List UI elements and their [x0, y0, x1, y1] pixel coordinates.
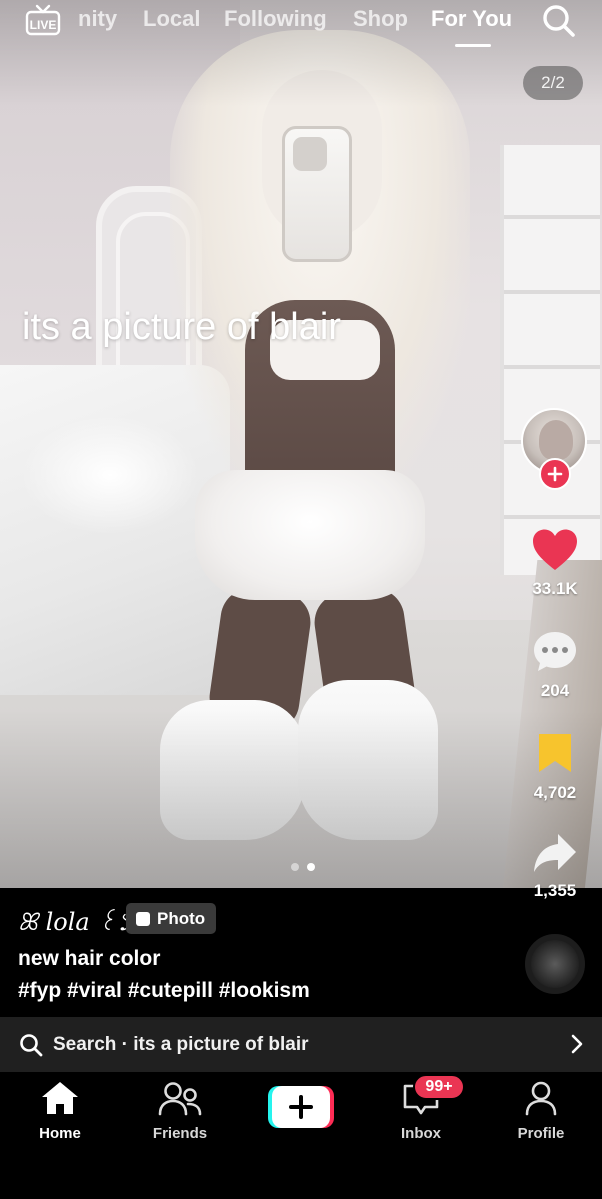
comment-button[interactable]: 204: [520, 630, 590, 701]
tab-shop[interactable]: Shop: [353, 6, 408, 32]
bottom-nav: Home Friends Inbox 99+ Profile: [0, 1072, 602, 1199]
search-suggestion-bar[interactable]: Search · its a picture of blair: [0, 1017, 602, 1072]
carousel-dot-active: [307, 863, 315, 871]
share-count: 1,355: [533, 881, 577, 900]
heart-icon[interactable]: [531, 528, 579, 572]
profile-icon: [525, 1081, 557, 1116]
music-disc-icon[interactable]: [525, 934, 585, 994]
share-button[interactable]: 1,355: [520, 832, 590, 901]
search-icon: [20, 1033, 43, 1056]
tab-local[interactable]: Local: [143, 6, 200, 32]
like-button[interactable]: 33.1K: [520, 528, 590, 599]
friends-icon: [158, 1082, 202, 1116]
creator-avatar-button[interactable]: [521, 408, 587, 490]
photo-badge: Photo: [126, 903, 216, 934]
carousel-dots: [287, 858, 319, 876]
nav-friends-label: Friends: [152, 1125, 208, 1142]
comment-count: 204: [540, 681, 570, 700]
nav-inbox-label: Inbox: [401, 1125, 441, 1142]
photo-shade: [0, 0, 602, 888]
search-suggestion-text: Search · its a picture of blair: [53, 1033, 309, 1055]
save-count: 4,702: [533, 783, 577, 802]
carousel-dot: [291, 863, 299, 871]
live-icon[interactable]: LIVE: [25, 4, 61, 36]
tab-for-you[interactable]: For You: [431, 6, 512, 32]
nav-home[interactable]: Home: [10, 1080, 110, 1142]
photo-overlay-text: its a picture of blair: [22, 306, 341, 348]
nav-profile-label: Profile: [517, 1125, 565, 1142]
author-name[interactable]: ꕤ lola ꒰১: [18, 904, 132, 944]
share-arrow-icon[interactable]: [532, 832, 578, 874]
search-icon[interactable]: [541, 3, 577, 39]
inbox-badge: 99+: [413, 1074, 465, 1100]
post-caption: new hair color: [18, 947, 161, 970]
photo-icon: [136, 911, 150, 926]
photo-counter: 2/2: [523, 66, 583, 100]
save-button[interactable]: 4,702: [520, 732, 590, 803]
photo-badge-label: Photo: [157, 908, 206, 928]
active-tab-indicator: [455, 44, 491, 47]
home-icon: [42, 1082, 78, 1114]
post-hashtags[interactable]: #fyp #viral #cutepill #lookism: [18, 979, 310, 1003]
tab-following[interactable]: Following: [224, 6, 327, 32]
nav-friends[interactable]: Friends: [130, 1080, 230, 1142]
nav-profile[interactable]: Profile: [491, 1080, 591, 1142]
top-nav: LIVE nity Local Following Shop For You: [0, 0, 602, 48]
post-photo[interactable]: [0, 0, 602, 888]
bookmark-icon[interactable]: [535, 732, 575, 776]
tab-community[interactable]: nity: [78, 6, 117, 32]
live-label: LIVE: [30, 18, 57, 32]
chevron-right-icon: [571, 1034, 583, 1054]
create-button[interactable]: [268, 1086, 334, 1128]
like-count: 33.1K: [532, 579, 578, 598]
nav-home-label: Home: [39, 1125, 81, 1142]
comment-icon[interactable]: [532, 630, 578, 674]
plus-icon[interactable]: [539, 458, 571, 490]
create-icon: [268, 1086, 334, 1128]
